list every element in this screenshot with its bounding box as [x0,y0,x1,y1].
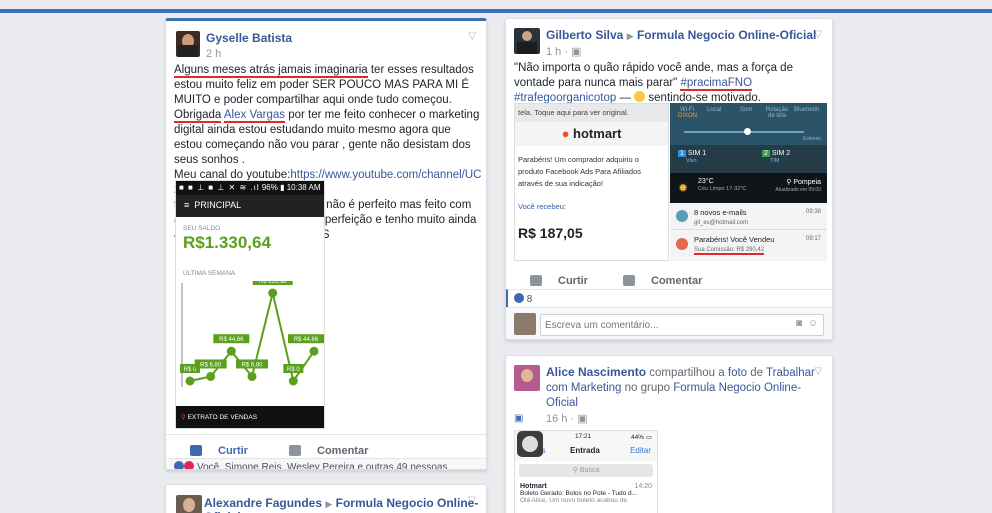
avatar[interactable] [514,28,540,54]
location-pin-icon: ⚲ [786,179,792,186]
comment-button[interactable]: Comentar [611,270,702,287]
chart-data-label: R$ 0 [287,367,300,373]
saldo-label: SEU SALDO [183,225,221,232]
search-icon: ⚲ [572,467,578,474]
photo-link[interactable]: foto [728,367,747,379]
sales-chart: R$ 0R$ 6,80R$ 44,66R$ 6,80R$ 131,98R$ 0R… [180,281,324,387]
hotmart-icon [676,238,688,250]
group-link[interactable]: Formula Negocio Online-Oficial [637,28,816,42]
flame-icon: ● [561,126,570,141]
post-image[interactable]: ■ ■ ⊥ ■ ⊥ ✕ ≋ .ıl 96% ▮ 10:38 AM ≡ PRINC… [175,180,325,429]
post-card: ▽ Alexandre Fagundes ▶ Formula Negocio O… [165,484,487,513]
chart-data-label: R$ 6,80 [200,362,222,368]
received-value: R$ 187,05 [518,225,583,241]
post-actions: Curtir Comentar [166,434,486,457]
ios-home-button-icon [517,431,543,457]
chart-data-label: R$ 6,80 [241,362,263,368]
chart-point [268,288,278,298]
search-icon: ⚲ [181,414,186,421]
ios-search[interactable]: ⚲ Busca [519,464,653,477]
chart-point [309,346,319,356]
post-card: ▽ Gyselle Batista 2 h Alguns meses atrás… [165,18,487,470]
chart-point [226,346,236,356]
post-image[interactable]: Wi-Fi DIXON Local Som Rotação de tela Blu… [670,103,827,261]
chart-point [247,371,257,381]
chart-point [288,376,298,386]
mention-link[interactable]: Alex Vargas [223,109,286,123]
post-text: "Não importa o quão rápido você ande, ma… [514,62,793,104]
reactions-bar[interactable]: Você, Simone Reis, Wesley Pereira e outr… [166,458,486,469]
brightness-slider[interactable] [684,128,804,135]
underlined-text: Alguns meses atrás jamais imaginaria [174,64,368,78]
weather-row: ✹ 23°C Céu Limpo 17-32°C ⚲ Pompeia Atualiz… [670,173,827,203]
phone-footer: ⚲ EXTRATO DE VENDAS [176,406,324,428]
post-time[interactable]: 16 h [546,413,567,425]
mailbox-title: Entrada [570,446,600,455]
sun-icon: ✹ [678,181,689,195]
author-name[interactable]: Gilberto Silva [546,28,623,42]
chart-point [206,371,216,381]
underlined-text: Obrigada [174,109,222,123]
hashtag-link[interactable]: #pracimaFNO [680,77,753,91]
chart-data-label: R$ 131,98 [259,281,287,285]
mail-item[interactable]: Hotmart 14:20 Boleto Gerado: Bolos no Po… [515,480,657,507]
avatar[interactable] [176,31,200,57]
menu-icon: ≡ [184,200,190,210]
hotmart-message: Parabéns! Um comprador adquiriu o produt… [518,155,641,188]
post-image[interactable]: ≋ 17:21 44% ▭ as Entrada Editar ⚲ Busca … [514,430,658,513]
quick-settings: Wi-Fi DIXON Local Som Rotação de tela Blu… [670,103,827,145]
chart-point [185,376,195,386]
comment-icon [289,445,302,456]
like-button[interactable]: Curtir [178,440,248,457]
sim-row: 1 SIM 1 Vivo 2 SIM 2 TIM [670,145,827,173]
privacy-icon: ▣ [571,46,582,58]
chart-data-label: R$ 44,66 [294,337,319,343]
notification-sale[interactable]: Parabéns! Você Vendeu Sua Comissão: R$ 29… [670,230,827,261]
love-reaction-icon [184,461,194,469]
thumbs-up-icon [190,445,202,456]
comment-composer: ◙ ☺ [506,307,832,339]
phone-status-bar: ■ ■ ⊥ ■ ⊥ ✕ ≋ .ıl 96% ▮ 10:38 AM [176,181,324,195]
comment-button[interactable]: Comentar [277,440,368,457]
like-reaction-icon [514,293,524,303]
post-card: ▽ Alice Nascimento compartilhou a foto d… [505,355,833,513]
like-button[interactable]: Curtir [518,270,588,287]
edit-button[interactable]: Editar [630,446,651,455]
avatar[interactable] [176,495,202,513]
hotmart-logo: ● hotmart [515,122,668,146]
post-image[interactable]: tela. Toque aqui para ver original. ● ho… [514,103,669,261]
privacy-icon: ▣ [577,413,588,425]
like-reaction-icon [174,461,184,469]
emoji-icon[interactable]: ☺ [808,318,818,329]
saldo-value: R$1.330,64 [183,233,271,252]
emoji-icon: ▣ [514,413,524,424]
notification-email[interactable]: 8 novos e-mails gil_es@hotmail.com 09:38 [670,203,827,230]
comment-input[interactable] [540,314,824,336]
comment-icon [623,275,636,286]
reactions-bar[interactable]: 8 [506,289,832,307]
thumbs-up-icon [530,275,542,286]
avatar [514,313,536,335]
post-actions: Curtir Comentar [506,265,832,287]
author-name[interactable]: Alice Nascimento [546,365,646,379]
post-card: ▽ Gilberto Silva ▶ Formula Negocio Onlin… [505,18,833,340]
chevron-down-icon[interactable]: ▽ [468,31,476,42]
chart-data-label: R$ 44,66 [219,337,244,343]
post-time[interactable]: 1 h [546,46,561,58]
author-name[interactable]: Gyselle Batista [206,31,292,45]
post-time[interactable]: 2 h [206,48,292,60]
emoji-icon [634,91,646,102]
phone-app-header: ≡ PRINCIPAL [176,195,324,217]
camera-icon[interactable]: ◙ [796,318,802,329]
avatar[interactable] [514,365,540,391]
mail-icon [676,210,688,222]
image-caption: tela. Toque aqui para ver original. [515,104,668,122]
top-bar [0,0,992,14]
received-label: Você recebeu: [518,202,566,211]
author-name[interactable]: Alexandre Fagundes [204,496,322,510]
week-label: ÚLTIMA SEMANA [183,270,236,277]
